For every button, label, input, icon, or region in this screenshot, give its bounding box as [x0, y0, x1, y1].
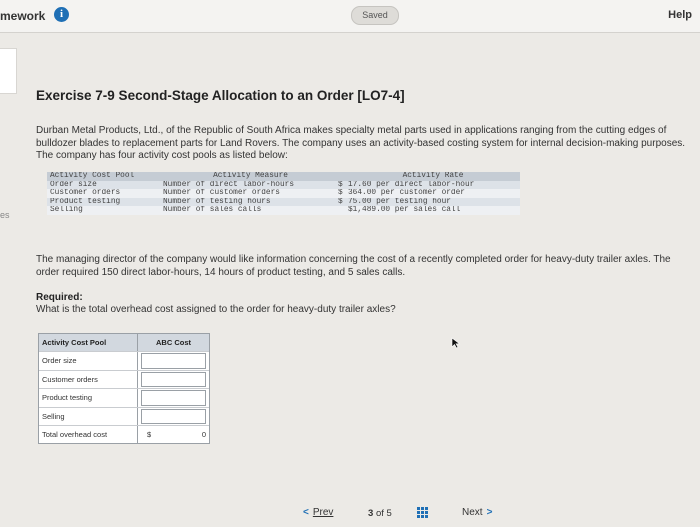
total-amount: 0 — [201, 429, 206, 439]
cell-measure: Number of direct labor-hours — [163, 180, 295, 189]
table-row: Customer orders Number of customer order… — [47, 189, 520, 198]
header-abc-cost: ABC Cost — [156, 338, 191, 347]
prev-button[interactable]: < Prev — [299, 507, 333, 518]
cell-pool: Customer orders — [50, 189, 121, 198]
next-label: Next — [462, 507, 483, 518]
row-label: Selling — [39, 407, 138, 425]
cell-currency — [338, 206, 348, 215]
cell-pool: Product testing — [50, 197, 121, 206]
side-text-fragment: es — [0, 210, 10, 220]
cell-measure: Number of testing hours — [163, 197, 271, 206]
row-label: Customer orders — [39, 370, 138, 389]
cell-rate: 364.00 per customer order — [348, 189, 465, 198]
app-title: mework — [0, 9, 46, 23]
footer-navigation: < Prev 3 of 5 Next > — [0, 502, 700, 527]
answer-row-order-size: Order size — [39, 352, 209, 371]
page-total: 5 — [386, 508, 392, 519]
header-activity-measure: Activity Measure — [213, 172, 288, 180]
cell-pool: Selling — [50, 206, 83, 215]
page-current: 3 — [368, 508, 374, 519]
table-row: Product testing Number of testing hours … — [47, 197, 520, 207]
order-description: The managing director of the company wou… — [36, 254, 671, 278]
total-currency: $ — [147, 429, 152, 439]
cell-rate: $1,489.00 per sales call — [348, 206, 461, 215]
chevron-right-icon: > — [486, 507, 493, 518]
cell-currency: $ — [338, 180, 343, 189]
answer-table-header: Activity Cost Pool ABC Cost — [39, 334, 209, 353]
cursor-icon — [451, 337, 461, 349]
answer-row-customer-orders: Customer orders — [39, 370, 209, 390]
required-question: What is the total overhead cost assigned… — [36, 304, 396, 315]
next-button[interactable]: Next > — [462, 507, 496, 518]
cell-rate: 17.60 per direct labor-hour — [348, 180, 475, 189]
cell-measure: Number of sales calls — [163, 206, 262, 215]
table-row: Selling Number of sales calls $1,489.00 … — [47, 206, 520, 215]
page-of: of — [375, 508, 384, 519]
order-size-cost-input[interactable] — [141, 353, 206, 369]
help-link[interactable]: Help — [668, 9, 692, 21]
cell-currency: $ — [338, 189, 343, 198]
answer-row-total: Total overhead cost $ 0 — [39, 425, 209, 444]
answer-row-product-testing: Product testing — [39, 389, 209, 408]
selling-cost-input[interactable] — [141, 408, 206, 424]
exercise-title: Exercise 7-9 Second-Stage Allocation to … — [36, 88, 405, 103]
answer-row-selling: Selling — [39, 407, 209, 426]
cell-measure: Number of customer orders — [163, 189, 280, 198]
row-label: Order size — [39, 352, 138, 370]
intro-paragraph: Durban Metal Products, Ltd., of the Repu… — [36, 125, 686, 162]
cost-pool-table: Activity Cost Pool Activity Measure Acti… — [47, 172, 520, 215]
required-label: Required: — [36, 292, 83, 303]
total-overhead-cost-value: $ 0 — [138, 426, 209, 443]
product-testing-cost-input[interactable] — [141, 390, 206, 406]
table-row: Order size Number of direct labor-hours … — [47, 180, 520, 190]
saved-status-badge: Saved — [351, 6, 399, 25]
row-label: Product testing — [39, 389, 138, 407]
info-icon[interactable]: i — [54, 7, 69, 22]
top-bar: mework i Saved Help — [0, 0, 700, 33]
customer-orders-cost-input[interactable] — [141, 371, 206, 388]
side-tab[interactable] — [0, 48, 17, 94]
cell-currency: $ — [338, 197, 343, 206]
answer-table: Activity Cost Pool ABC Cost Order size C… — [38, 333, 210, 445]
grid-icon[interactable] — [417, 507, 428, 518]
page-indicator: 3 of 5 — [368, 508, 392, 519]
header-activity-rate: Activity Rate — [402, 172, 464, 180]
prev-label: Prev — [312, 507, 334, 518]
cell-pool: Order size — [50, 180, 97, 189]
header-activity-cost-pool: Activity Cost Pool — [50, 172, 135, 180]
cost-pool-table-header: Activity Cost Pool Activity Measure Acti… — [47, 172, 520, 181]
cell-rate: 75.00 per testing hour — [348, 197, 451, 206]
chevron-left-icon: < — [303, 507, 309, 518]
header-activity-cost-pool: Activity Cost Pool — [39, 334, 138, 352]
total-label: Total overhead cost — [39, 425, 138, 444]
